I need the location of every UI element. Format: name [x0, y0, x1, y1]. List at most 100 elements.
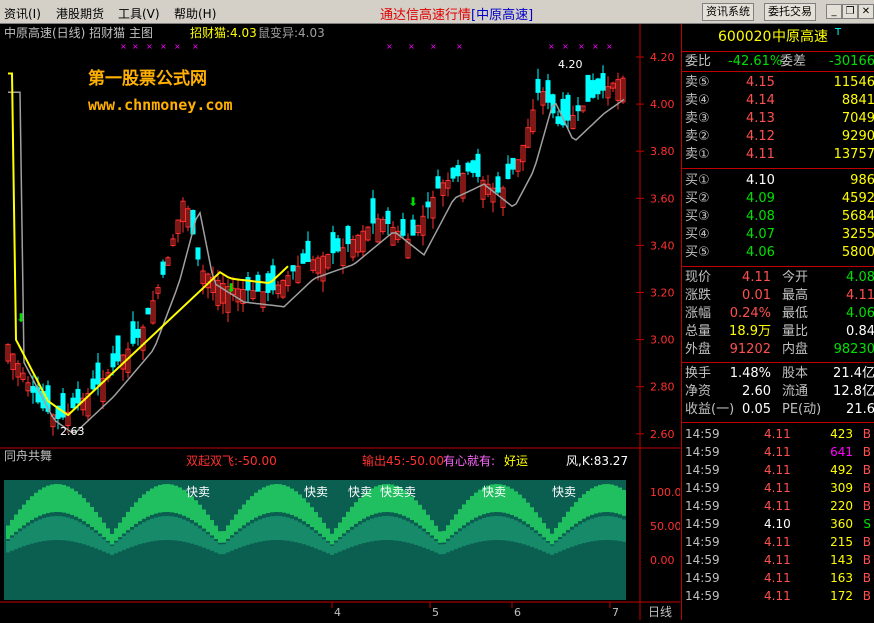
info-system-button[interactable]: 资讯系统 [702, 3, 754, 21]
sub-bar [402, 519, 406, 542]
buy-arrow-icon: ⬇ [408, 195, 418, 209]
sub-bar [150, 488, 154, 515]
minimize-icon[interactable]: _ [826, 4, 842, 19]
sub-bar [390, 516, 394, 541]
sub-bar [422, 531, 426, 548]
sub-bar [338, 522, 342, 538]
sub-bar [338, 539, 342, 552]
stock-name: 中原高速 [772, 29, 828, 45]
sub-bar [190, 523, 194, 544]
candle-body [510, 157, 516, 170]
sub-bar [538, 517, 542, 534]
sub-bar [618, 518, 622, 542]
sub-bar [530, 529, 534, 547]
candlestick-chart[interactable]: 中原高速(日线) 招财猫 主图 招财猫:4.03 鼠变异:4.03 第一股票公式… [0, 24, 682, 620]
committee-diff: -30166 [828, 54, 874, 69]
chart-area[interactable]: 中原高速(日线) 招财猫 主图 招财猫:4.03 鼠变异:4.03 第一股票公式… [0, 24, 682, 620]
menu-help[interactable]: 帮助(H) [174, 5, 216, 22]
candle-body [70, 397, 76, 409]
quote-panel: 600020 中原高速 T 委比 -42.61% 委差 -30166 卖⑤ 4.1… [681, 24, 874, 620]
sub-label-3: 有心就有: [443, 454, 495, 468]
sub-bar [602, 484, 606, 513]
sub-bar [570, 506, 574, 527]
committee-row: 委比 -42.61% 委差 -30166 [685, 54, 874, 69]
candle-body [465, 162, 471, 172]
candle-body [160, 261, 166, 275]
sub-bar [346, 511, 350, 531]
trade-order-button[interactable]: 委托交易 [764, 3, 816, 21]
sub-bar [430, 520, 434, 536]
candle-body [305, 240, 311, 263]
tick-row: 14:59 4.11 309 B [685, 481, 871, 495]
sub-bar [150, 518, 154, 542]
candle-body [130, 321, 136, 344]
sub-bar [206, 514, 210, 532]
sub-bar [494, 516, 498, 541]
sub-bar [354, 502, 358, 524]
sub-bar [110, 545, 114, 555]
signal-marker-icon: × [548, 42, 555, 51]
sub-bar [186, 521, 190, 543]
menu-info[interactable]: 资讯(I) [4, 5, 41, 22]
signal-marker-icon: × [146, 42, 153, 51]
sub-bar [438, 544, 442, 555]
candle-body [135, 328, 141, 338]
sub-bar [174, 517, 178, 541]
sub-bar [254, 492, 258, 518]
sub-bar [238, 509, 242, 529]
sub-bar [274, 516, 278, 541]
ask-row: 卖⑤ 4.15 11546 [685, 75, 874, 90]
fast-sell-label: 快卖卖 [380, 485, 416, 499]
sub-bar [614, 485, 618, 514]
sub-bar [470, 523, 474, 544]
sub-bar [434, 541, 438, 553]
sub-bar [490, 516, 494, 541]
sub-bar [158, 516, 162, 541]
sub-bar [170, 484, 174, 513]
sub-bar [342, 535, 346, 550]
sub-bar [78, 522, 82, 544]
sub-bar [290, 488, 294, 515]
fundamental-row: 收益(一) 0.05 PE(动) 21.6 [685, 402, 874, 417]
sub-bar [82, 524, 86, 545]
sub-bar [98, 535, 102, 550]
sub-bar [410, 496, 414, 521]
stat-row: 总量 18.9万 量比 0.84 [685, 324, 874, 339]
sub-bar [242, 504, 246, 526]
menu-tools[interactable]: 工具(V) [118, 5, 160, 22]
sub-bar [538, 536, 542, 551]
close-icon[interactable]: ✕ [858, 4, 874, 19]
restore-icon[interactable]: ❐ [842, 4, 858, 19]
sub-bar [10, 537, 14, 551]
sub-bar [330, 533, 334, 545]
stat-row: 外盘 91202 内盘 98230 [685, 342, 874, 357]
indicator2-label: 鼠变异:4.03 [258, 25, 325, 40]
sub-bar [374, 486, 378, 514]
sub-bar [558, 539, 562, 552]
sub-bar [606, 484, 610, 513]
menu-hk-futures[interactable]: 港股期货 [56, 5, 104, 22]
sub-bar [126, 532, 130, 549]
sub-bar [226, 525, 230, 539]
sub-bar [266, 516, 270, 541]
y-tick-label: 3.80 [650, 145, 675, 158]
sub-bar [62, 485, 66, 513]
x-tick-label: 4 [334, 606, 341, 619]
sub-bar [214, 525, 218, 540]
sub-bar [114, 542, 118, 554]
sub-bar [598, 516, 602, 541]
sub-bar [78, 494, 82, 519]
sub-bar [190, 496, 194, 520]
sub-bar [126, 511, 130, 531]
candle-body [455, 165, 461, 177]
sub-bar [282, 516, 286, 541]
candle-body [385, 210, 391, 225]
candle-body [565, 94, 571, 121]
sub-bar [350, 529, 354, 547]
fast-sell-label: 快卖 [348, 485, 372, 499]
sub-bar [178, 487, 182, 515]
sub-bar [6, 525, 10, 539]
y-tick-label: 3.00 [650, 334, 675, 347]
candle-body [75, 388, 81, 404]
sub-label-2: 输出45:-50.00 [362, 453, 444, 468]
